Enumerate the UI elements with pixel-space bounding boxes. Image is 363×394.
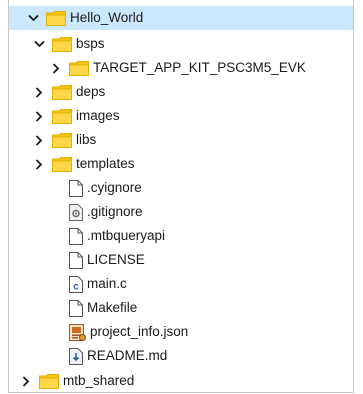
blank-file-icon — [69, 251, 83, 269]
tree-item-label: Makefile — [87, 300, 138, 315]
tree-item-label: .gitignore — [87, 204, 143, 219]
tree-item-label: Hello_World — [70, 10, 144, 25]
tree-item-label: deps — [76, 84, 106, 99]
svg-text:c: c — [73, 281, 79, 292]
chevron-right-icon[interactable] — [49, 61, 63, 75]
folder-icon — [52, 84, 72, 100]
tree-item-makefile[interactable]: Makefile — [9, 296, 353, 320]
tree-item-gitignore[interactable]: .gitignore — [9, 200, 353, 224]
tree-item-label: mtb_shared — [63, 373, 135, 388]
tree-item-label: libs — [76, 132, 97, 147]
blank-file-icon — [69, 179, 83, 197]
tree-item-label: main.c — [87, 276, 127, 291]
tree-item-label: README.md — [87, 348, 168, 363]
tree-item-label: project_info.json — [90, 324, 189, 339]
chevron-right-icon[interactable] — [32, 133, 46, 147]
chevron-right-icon[interactable] — [32, 109, 46, 123]
folder-icon — [52, 132, 72, 148]
chevron-down-icon[interactable] — [32, 37, 46, 51]
tree-item-main-c[interactable]: c main.c — [9, 272, 353, 296]
tree-item-target-app-kit[interactable]: TARGET_APP_KIT_PSC3M5_EVK — [9, 56, 353, 80]
tree-item-templates[interactable]: templates — [9, 152, 353, 176]
tree-item-label: .mtbqueryapi — [87, 228, 166, 243]
tree-item-label: LICENSE — [87, 252, 145, 267]
folder-icon — [52, 36, 72, 52]
tree-item-mtb-shared[interactable]: mtb_shared — [9, 369, 353, 393]
tree-item-label: .cyignore — [87, 180, 142, 195]
tree-item-images[interactable]: images — [9, 104, 353, 128]
folder-icon — [69, 60, 89, 76]
tree-item-mtbqueryapi[interactable]: .mtbqueryapi — [9, 224, 353, 248]
folder-icon — [46, 10, 66, 26]
tree-item-deps[interactable]: deps — [9, 80, 353, 104]
tree-item-hello-world[interactable]: Hello_World — [9, 6, 353, 30]
tree-item-readme-md[interactable]: README.md — [9, 344, 353, 368]
chevron-down-icon[interactable] — [26, 11, 40, 25]
folder-icon — [52, 108, 72, 124]
settings-file-icon — [69, 203, 83, 221]
blank-file-icon — [69, 227, 83, 245]
tree-item-cyignore[interactable]: .cyignore — [9, 176, 353, 200]
tree-item-label: templates — [76, 156, 135, 171]
json-file-icon — [69, 323, 86, 341]
chevron-right-icon[interactable] — [32, 157, 46, 171]
c-file-icon: c — [69, 275, 83, 293]
tree-item-label: TARGET_APP_KIT_PSC3M5_EVK — [93, 60, 306, 75]
tree-item-label: bsps — [76, 36, 105, 51]
blank-file-icon — [69, 299, 83, 317]
chevron-right-icon[interactable] — [32, 85, 46, 99]
tree-item-label: images — [76, 108, 120, 123]
folder-icon — [39, 373, 59, 389]
chevron-right-icon[interactable] — [19, 374, 33, 388]
tree-item-libs[interactable]: libs — [9, 128, 353, 152]
tree-item-project-info-json[interactable]: project_info.json — [9, 320, 353, 344]
tree-item-bsps[interactable]: bsps — [9, 32, 353, 56]
markdown-file-icon — [69, 347, 83, 365]
project-explorer-tree: Hello_World bsps TARGET_APP_KIT_PSC3M5_E… — [8, 0, 354, 393]
folder-icon — [52, 156, 72, 172]
tree-item-license[interactable]: LICENSE — [9, 248, 353, 272]
